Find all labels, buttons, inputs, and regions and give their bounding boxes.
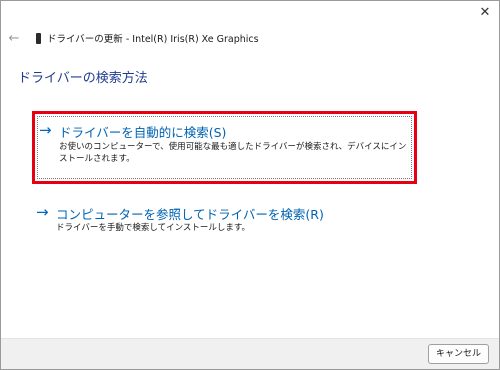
arrow-right-icon: → xyxy=(36,203,49,221)
browse-computer-label: コンピューターを参照してドライバーを検索(R) xyxy=(56,207,324,222)
driver-update-dialog: ✕ ← ドライバーの更新 - Intel(R) Iris(R) Xe Graph… xyxy=(0,0,500,370)
back-button[interactable]: ← xyxy=(7,32,21,46)
cancel-button[interactable]: キャンセル xyxy=(428,344,489,364)
close-button[interactable]: ✕ xyxy=(477,5,493,21)
search-automatically-label: ドライバーを自動的に検索(S) xyxy=(59,125,227,140)
window-title: ドライバーの更新 - Intel(R) Iris(R) Xe Graphics xyxy=(47,34,259,45)
browse-computer-option[interactable]: → コンピューターを参照してドライバーを検索(R) ドライバーを手動で検索してイ… xyxy=(32,201,417,241)
back-arrow-icon: ← xyxy=(8,31,20,46)
page-heading: ドライバーの検索方法 xyxy=(18,71,148,86)
search-automatically-description: お使いのコンピューターで、使用可能な最も適したドライバーが検索され、デバイスにイ… xyxy=(59,142,407,164)
close-icon: ✕ xyxy=(479,5,491,20)
browse-computer-description: ドライバーを手動で検索してインストールします。 xyxy=(56,223,251,233)
arrow-right-icon: → xyxy=(39,121,52,139)
display-adapter-icon xyxy=(36,33,41,44)
search-automatically-option[interactable]: → ドライバーを自動的に検索(S) お使いのコンピューターで、使用可能な最も適し… xyxy=(32,111,417,184)
dialog-footer: キャンセル xyxy=(1,338,499,369)
